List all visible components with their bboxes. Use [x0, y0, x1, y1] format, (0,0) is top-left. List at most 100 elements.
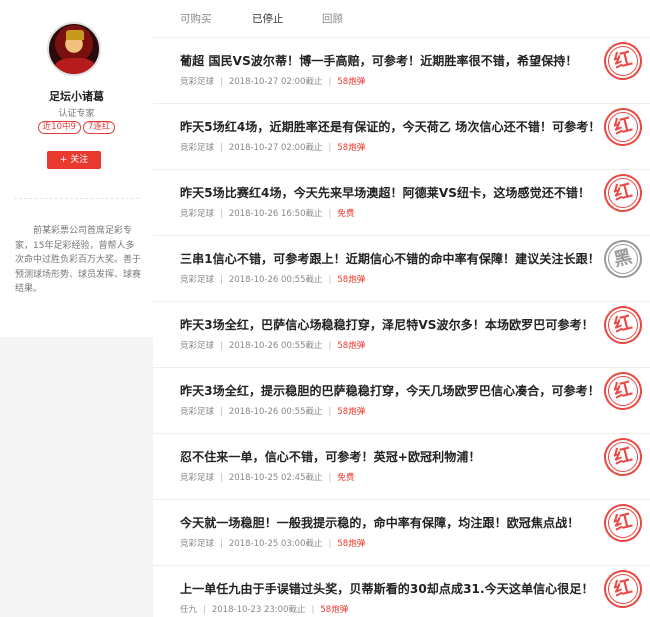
result-stamp: 红 — [600, 104, 647, 151]
plan-deadline: 2018-10-23 23:00截止 — [211, 605, 306, 615]
record-badges: 近10中9 7连红 — [0, 121, 153, 134]
plan-category: 竞彩足球 — [180, 341, 215, 351]
plan-item[interactable]: 昨天5场红4场，近期胜率还是有保证的，今天荷乙 场次信心还不错！可参考！ 竞彩足球… — [153, 103, 650, 169]
plan-price: 58炮弹 — [320, 605, 349, 615]
meta-separator: | — [328, 539, 332, 549]
meta-separator: | — [328, 407, 332, 417]
plan-title[interactable]: 昨天5场比赛红4场，今天先来早场澳超！阿德莱VS纽卡，这场感觉还不错！ — [180, 184, 605, 201]
result-stamp: 红 — [600, 566, 647, 613]
meta-separator: | — [328, 275, 332, 285]
tab-stopped[interactable]: 已停止 — [252, 11, 284, 26]
expert-name[interactable]: 足坛小诸葛 — [0, 88, 153, 104]
follow-button[interactable]: + 关注 — [47, 151, 101, 169]
plan-list: 葡超 国民VS波尔蒂！博一手高赔，可参考！近期胜率很不错，希望保持！ 竞彩足球 | 2… — [153, 37, 650, 617]
plan-category: 任九 — [180, 605, 198, 615]
plan-category: 竞彩足球 — [180, 209, 215, 219]
plan-title[interactable]: 昨天3场全红，巴萨信心场稳稳打穿，泽尼特VS波尔多！本场欧罗巴可参考！ — [180, 316, 605, 333]
plan-deadline: 2018-10-26 00:55截止 — [228, 275, 323, 285]
meta-separator: | — [328, 77, 332, 87]
result-stamp: 红 — [600, 302, 647, 349]
plans-panel: 可购买 已停止 回顾 葡超 国民VS波尔蒂！博一手高赔，可参考！近期胜率很不错，… — [153, 0, 650, 617]
result-stamp: 红 — [600, 38, 647, 85]
result-stamp: 红 — [600, 368, 647, 415]
plan-category: 竞彩足球 — [180, 275, 215, 285]
plan-category: 竞彩足球 — [180, 143, 215, 153]
plan-price: 58炮弹 — [337, 407, 366, 417]
expert-title: 认证专家 — [58, 109, 95, 119]
plan-item[interactable]: 葡超 国民VS波尔蒂！博一手高赔，可参考！近期胜率很不错，希望保持！ 竞彩足球 | 2… — [153, 37, 650, 103]
plan-item[interactable]: 上一单任九由于手误错过头奖，贝蒂斯看的30却点成31.今天这单信心很足！ 任九 | 2… — [153, 565, 650, 617]
plan-meta: 竞彩足球 | 2018-10-27 02:00截止 | 58炮弹 — [180, 75, 365, 87]
plan-meta: 竞彩足球 | 2018-10-26 16:50截止 | 免费 — [180, 207, 354, 219]
result-stamp-area: 红 — [600, 368, 650, 434]
plan-item[interactable]: 三串1信心不错，可参考跟上！近期信心不错的命中率有保障！建议关注长跟！ 竞彩足球 |… — [153, 235, 650, 301]
plan-title[interactable]: 上一单任九由于手误错过头奖，贝蒂斯看的30却点成31.今天这单信心很足！ — [180, 580, 605, 597]
plan-deadline: 2018-10-26 00:55截止 — [228, 341, 323, 351]
plan-item[interactable]: 昨天3场全红，提示稳胆的巴萨稳稳打穿，今天几场欧罗巴信心凑合，可参考！ 竞彩足球 |… — [153, 367, 650, 433]
plan-deadline: 2018-10-26 00:55截止 — [228, 407, 323, 417]
plan-price: 58炮弹 — [337, 341, 366, 351]
plan-meta: 竞彩足球 | 2018-10-26 00:55截止 | 58炮弹 — [180, 273, 365, 285]
avatar-figure — [55, 58, 95, 74]
tab-available[interactable]: 可购买 — [180, 11, 212, 26]
result-stamp: 黑 — [600, 236, 647, 283]
expert-profile-card: 足坛小诸葛 认证专家 近10中9 7连红 + 关注 前某彩票公司首席足彩专家，1… — [0, 0, 153, 337]
plan-title[interactable]: 今天就一场稳胆！一般我提示稳的，命中率有保障，均注跟！欧冠焦点战！ — [180, 514, 605, 531]
meta-separator: | — [328, 143, 332, 153]
meta-separator: | — [220, 473, 223, 483]
plan-deadline: 2018-10-27 02:00截止 — [228, 77, 323, 87]
result-stamp-area: 黑 — [600, 236, 650, 302]
plan-meta: 任九 | 2018-10-23 23:00截止 | 58炮弹 — [180, 603, 348, 615]
page: 足坛小诸葛 认证专家 近10中9 7连红 + 关注 前某彩票公司首席足彩专家，1… — [0, 0, 650, 617]
avatar[interactable] — [47, 22, 101, 76]
plan-price: 免费 — [337, 209, 355, 219]
plan-category: 竞彩足球 — [180, 407, 215, 417]
plan-meta: 竞彩足球 | 2018-10-27 02:00截止 | 58炮弹 — [180, 141, 365, 153]
result-stamp-area: 红 — [600, 170, 650, 236]
result-stamp-area: 红 — [600, 38, 650, 104]
meta-separator: | — [220, 275, 223, 285]
plan-item[interactable]: 昨天5场比赛红4场，今天先来早场澳超！阿德莱VS纽卡，这场感觉还不错！ 竞彩足球 |… — [153, 169, 650, 235]
result-stamp-area: 红 — [600, 434, 650, 500]
plan-meta: 竞彩足球 | 2018-10-25 02:45截止 | 免费 — [180, 471, 354, 483]
plan-category: 竞彩足球 — [180, 473, 215, 483]
plan-category: 竞彩足球 — [180, 539, 215, 549]
plan-meta: 竞彩足球 | 2018-10-26 00:55截止 | 58炮弹 — [180, 405, 365, 417]
plan-price: 58炮弹 — [337, 275, 366, 285]
plan-title[interactable]: 三串1信心不错，可参考跟上！近期信心不错的命中率有保障！建议关注长跟！ — [180, 250, 605, 267]
plan-title[interactable]: 昨天3场全红，提示稳胆的巴萨稳稳打穿，今天几场欧罗巴信心凑合，可参考！ — [180, 382, 605, 399]
plan-deadline: 2018-10-27 02:00截止 — [228, 143, 323, 153]
meta-separator: | — [203, 605, 206, 615]
plan-item[interactable]: 昨天3场全红，巴萨信心场稳稳打穿，泽尼特VS波尔多！本场欧罗巴可参考！ 竞彩足球 |… — [153, 301, 650, 367]
avatar-crown — [66, 30, 84, 40]
result-stamp: 红 — [600, 434, 647, 481]
meta-separator: | — [328, 209, 332, 219]
badge-recent-record: 近10中9 — [37, 121, 81, 134]
plan-item[interactable]: 今天就一场稳胆！一般我提示稳的，命中率有保障，均注跟！欧冠焦点战！ 竞彩足球 | 20… — [153, 499, 650, 565]
plan-title[interactable]: 葡超 国民VS波尔蒂！博一手高赔，可参考！近期胜率很不错，希望保持！ — [180, 52, 605, 69]
meta-separator: | — [220, 407, 223, 417]
plan-price: 58炮弹 — [337, 143, 366, 153]
meta-separator: | — [220, 539, 223, 549]
plan-meta: 竞彩足球 | 2018-10-25 03:00截止 | 58炮弹 — [180, 537, 365, 549]
status-tabs: 可购买 已停止 回顾 — [153, 0, 650, 37]
plan-deadline: 2018-10-26 16:50截止 — [228, 209, 323, 219]
plan-category: 竞彩足球 — [180, 77, 215, 87]
meta-separator: | — [328, 341, 332, 351]
meta-separator: | — [220, 77, 223, 87]
profile-divider — [14, 198, 139, 199]
meta-separator: | — [311, 605, 315, 615]
plan-price: 免费 — [337, 473, 355, 483]
expert-bio: 前某彩票公司首席足彩专家，15年足彩经验，曾帮人多次命中过胜负彩百万大奖。善于预… — [15, 226, 142, 294]
tab-review[interactable]: 回顾 — [322, 11, 343, 26]
plan-price: 58炮弹 — [337, 77, 366, 87]
result-stamp-area: 红 — [600, 566, 650, 617]
plan-title[interactable]: 昨天5场红4场，近期胜率还是有保证的，今天荷乙 场次信心还不错！可参考！ — [180, 118, 605, 135]
plan-item[interactable]: 忍不住来一单，信心不错，可参考！英冠+欧冠利物浦！ 竞彩足球 | 2018-10-25… — [153, 433, 650, 499]
result-stamp-area: 红 — [600, 500, 650, 566]
plan-deadline: 2018-10-25 03:00截止 — [228, 539, 323, 549]
badge-streak: 7连红 — [82, 121, 116, 134]
plan-title[interactable]: 忍不住来一单，信心不错，可参考！英冠+欧冠利物浦！ — [180, 448, 605, 465]
plan-price: 58炮弹 — [337, 539, 366, 549]
result-stamp-area: 红 — [600, 302, 650, 368]
